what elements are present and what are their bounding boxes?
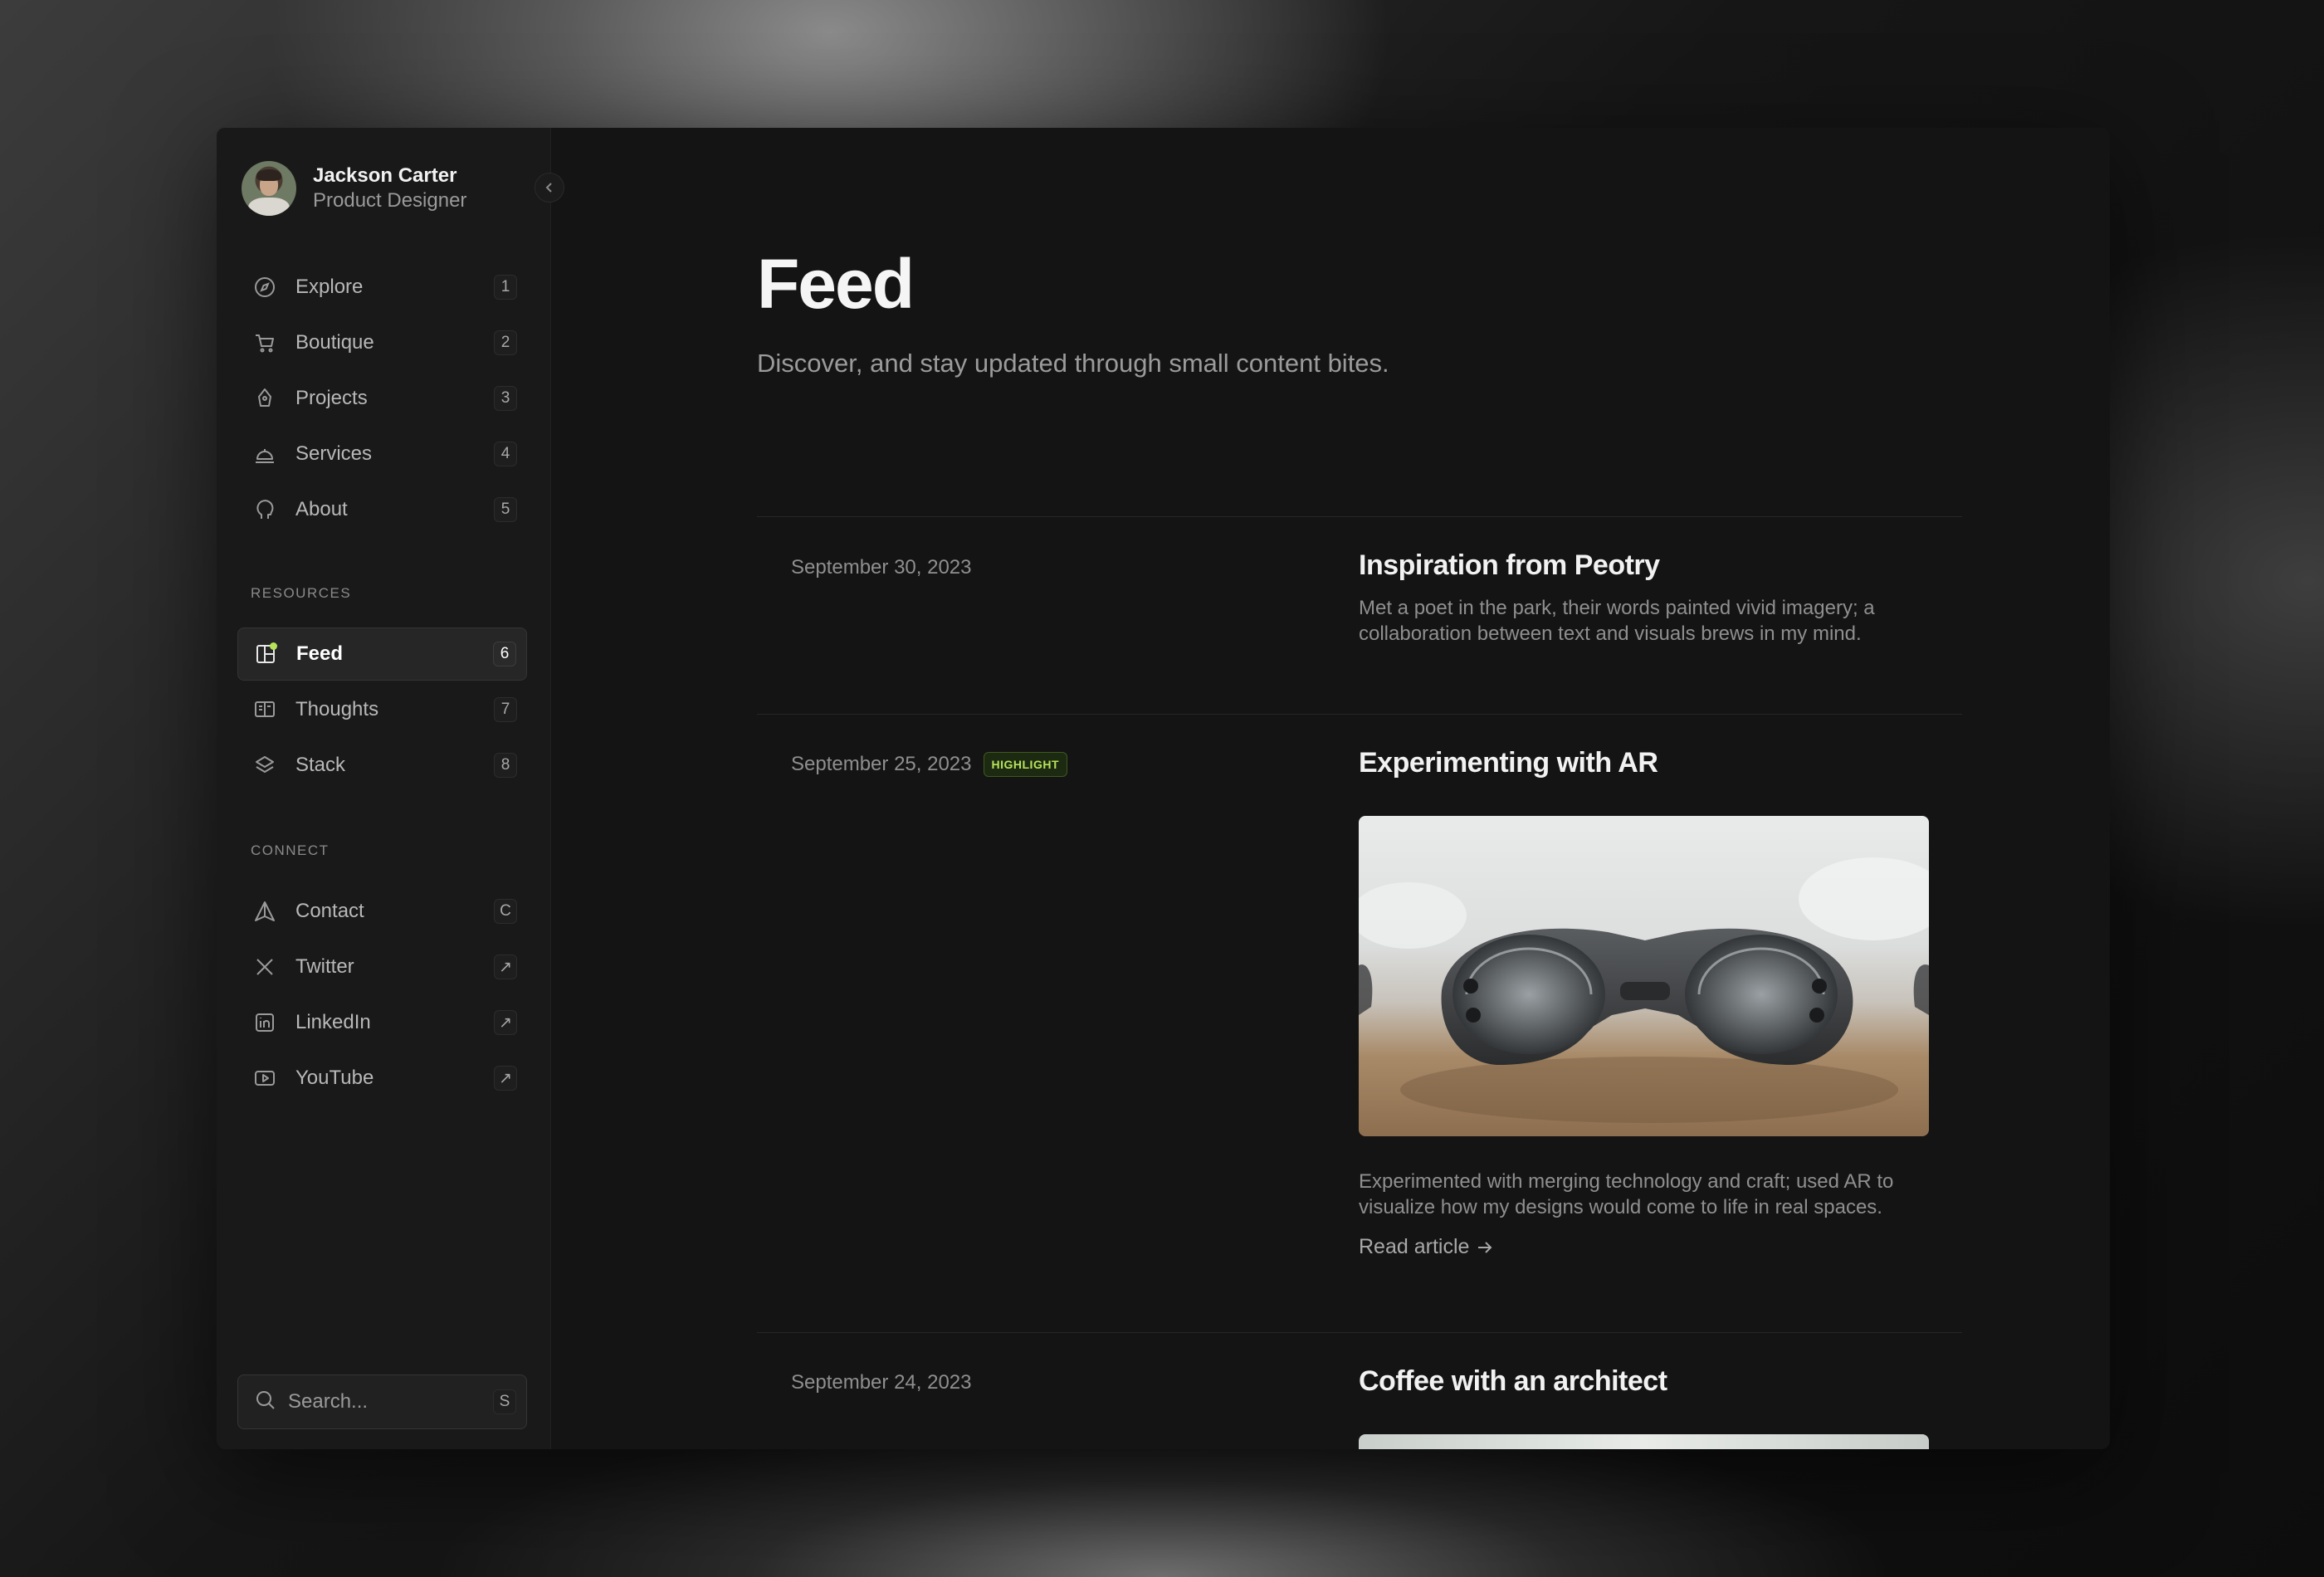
sidebar-item-services[interactable]: Services 4 — [237, 427, 527, 481]
pen-nib-icon — [252, 386, 277, 411]
profile-role: Product Designer — [313, 189, 467, 212]
active-indicator — [270, 642, 277, 650]
avatar — [242, 161, 296, 216]
sidebar-item-label: LinkedIn — [295, 1011, 371, 1033]
x-logo-icon — [252, 954, 277, 979]
entry-title[interactable]: Inspiration from Peotry — [1359, 549, 1660, 582]
page-subtitle: Discover, and stay updated through small… — [757, 349, 1389, 378]
divider — [757, 714, 1962, 715]
sidebar-item-explore[interactable]: Explore 1 — [237, 261, 527, 314]
search-icon — [255, 1389, 276, 1415]
sidebar-item-label: Boutique — [295, 331, 374, 354]
arrow-right-icon — [1478, 1241, 1492, 1253]
entry-title[interactable]: Coffee with an architect — [1359, 1365, 1667, 1398]
linkedin-icon — [252, 1010, 277, 1035]
page-title: Feed — [757, 245, 915, 323]
sidebar-item-projects[interactable]: Projects 3 — [237, 372, 527, 425]
external-link-icon: ↗ — [494, 954, 517, 979]
book-open-icon — [252, 697, 277, 722]
sidebar-item-twitter[interactable]: Twitter ↗ — [237, 940, 527, 994]
shortcut-key: 1 — [494, 275, 517, 300]
shortcut-key: C — [494, 899, 517, 924]
cart-icon — [252, 330, 277, 355]
external-link-icon: ↗ — [494, 1010, 517, 1035]
layers-icon — [252, 753, 277, 778]
sidebar-item-label: About — [295, 498, 348, 520]
section-heading-connect: CONNECT — [251, 842, 330, 858]
section-heading-resources: RESOURCES — [251, 585, 352, 601]
entry-date: September 30, 2023 — [791, 556, 972, 579]
entry-title[interactable]: Experimenting with AR — [1359, 747, 1658, 779]
shortcut-key: 7 — [494, 697, 517, 722]
external-link-icon: ↗ — [494, 1066, 517, 1091]
entry-body: Experimented with merging technology and… — [1359, 1170, 1894, 1218]
sidebar-item-label: Thoughts — [295, 698, 379, 720]
sidebar-item-label: YouTube — [295, 1067, 374, 1089]
highlight-badge: HIGHLIGHT — [983, 752, 1067, 777]
head-icon — [252, 497, 277, 522]
divider — [757, 516, 1962, 517]
entry-body: Met a poet in the park, their words pain… — [1359, 597, 1875, 645]
sidebar: Jackson Carter Product Designer Explore … — [217, 128, 551, 1449]
sidebar-item-label: Stack — [295, 754, 346, 776]
sidebar-item-boutique[interactable]: Boutique 2 — [237, 316, 527, 369]
shortcut-key: 4 — [494, 442, 517, 466]
youtube-icon — [252, 1066, 277, 1091]
sidebar-item-linkedin[interactable]: LinkedIn ↗ — [237, 996, 527, 1049]
sidebar-item-stack[interactable]: Stack 8 — [237, 739, 527, 792]
feed-grid-icon — [253, 642, 278, 666]
sidebar-item-about[interactable]: About 5 — [237, 483, 527, 536]
ar-headset-image — [1359, 816, 1929, 1136]
sidebar-item-thoughts[interactable]: Thoughts 7 — [237, 683, 527, 736]
sidebar-item-label: Projects — [295, 387, 368, 409]
entry-date: September 25, 2023 HIGHLIGHT — [791, 752, 1067, 777]
sidebar-item-youtube[interactable]: YouTube ↗ — [237, 1052, 527, 1105]
shortcut-key: S — [493, 1389, 516, 1414]
send-icon — [252, 899, 277, 924]
sidebar-item-feed[interactable]: Feed 6 — [237, 627, 527, 681]
search-box[interactable]: S — [237, 1374, 527, 1429]
profile-name: Jackson Carter — [313, 164, 457, 187]
shortcut-key: 2 — [494, 330, 517, 355]
sidebar-item-contact[interactable]: Contact C — [237, 885, 527, 938]
coffee-image — [1359, 1434, 1929, 1449]
service-bell-icon — [252, 442, 277, 466]
sidebar-item-label: Services — [295, 442, 373, 465]
shortcut-key: 8 — [494, 753, 517, 778]
search-input[interactable] — [286, 1389, 481, 1414]
app-window: Jackson Carter Product Designer Explore … — [217, 128, 2110, 1449]
shortcut-key: 5 — [494, 497, 517, 522]
entry-date: September 24, 2023 — [791, 1371, 972, 1394]
sidebar-item-label: Explore — [295, 276, 364, 298]
compass-icon — [252, 275, 277, 300]
sidebar-item-label: Twitter — [295, 955, 354, 978]
profile[interactable]: Jackson Carter Product Designer — [242, 161, 466, 216]
sidebar-item-label: Contact — [295, 900, 364, 922]
read-article-link[interactable]: Read article — [1359, 1235, 1494, 1259]
shortcut-key: 6 — [493, 642, 516, 666]
sidebar-item-label: Feed — [296, 642, 344, 665]
main-content: Feed Discover, and stay updated through … — [550, 128, 2110, 1449]
divider — [757, 1332, 1962, 1333]
shortcut-key: 3 — [494, 386, 517, 411]
